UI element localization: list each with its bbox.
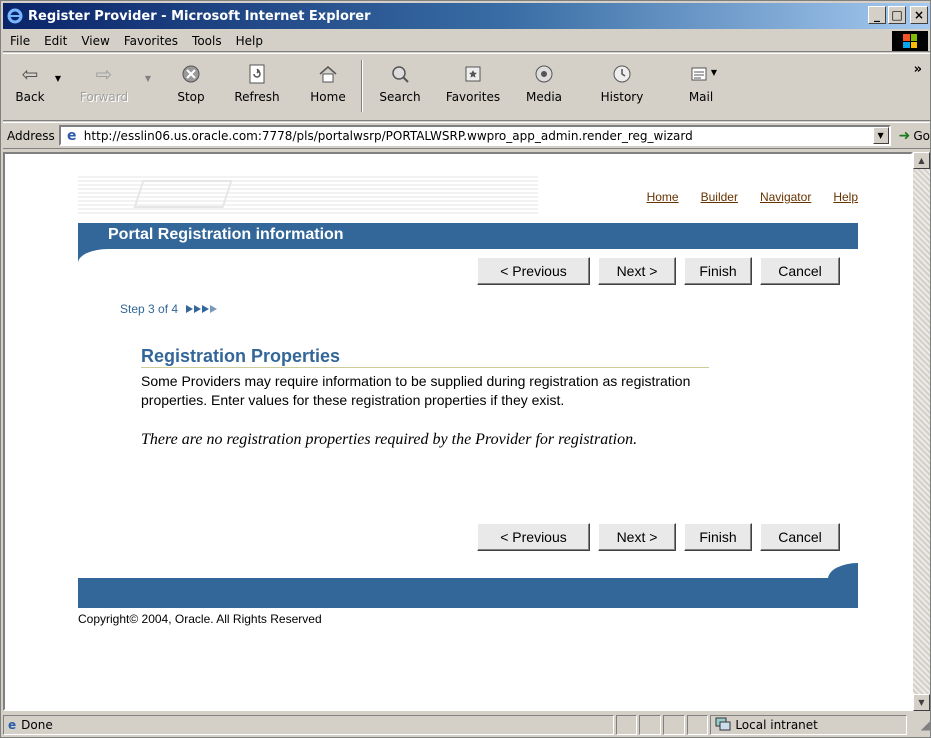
finish-button[interactable]: Finish — [684, 257, 752, 285]
finish-button-bottom[interactable]: Finish — [684, 523, 752, 551]
toolbar-separator — [361, 60, 363, 112]
status-text-pane: e Done — [3, 715, 614, 735]
footer-curve — [828, 563, 858, 579]
address-bar: Address e http://esslin06.us.oracle.com:… — [3, 122, 930, 149]
search-button[interactable]: Search — [375, 54, 425, 118]
history-icon — [612, 60, 632, 88]
windows-logo-icon — [892, 31, 928, 51]
address-input[interactable]: e http://esslin06.us.oracle.com:7778/pls… — [58, 125, 891, 146]
page-title: Portal Registration information — [108, 226, 344, 243]
title-bar: Register Provider - Microsoft Internet E… — [3, 3, 930, 29]
address-label: Address — [7, 128, 55, 143]
resize-grip-icon[interactable]: ◢ — [921, 718, 930, 732]
next-button-bottom[interactable]: Next > — [598, 523, 676, 551]
go-arrow-icon: ➜ — [898, 127, 911, 144]
refresh-button[interactable]: Refresh — [229, 54, 285, 118]
refresh-icon — [248, 60, 266, 88]
link-navigator[interactable]: Navigator — [760, 190, 811, 204]
search-icon — [390, 60, 410, 88]
zone-text: Local intranet — [735, 718, 818, 732]
portal-logo-mark — [133, 180, 233, 208]
global-links: Home Builder Navigator Help — [647, 190, 858, 204]
status-pane-1 — [615, 715, 638, 735]
menu-view[interactable]: View — [74, 34, 116, 48]
intranet-icon — [715, 717, 731, 734]
page-content: Home Builder Navigator Help Portal Regis… — [3, 152, 913, 711]
next-button[interactable]: Next > — [598, 257, 676, 285]
home-icon — [318, 60, 338, 88]
registration-properties-section: Registration Properties Some Providers m… — [141, 346, 709, 450]
browser-window: Register Provider - Microsoft Internet E… — [0, 0, 931, 738]
section-description: Some Providers may require information t… — [141, 373, 691, 408]
history-button[interactable]: History — [593, 54, 651, 118]
favorites-button[interactable]: Favorites — [441, 54, 505, 118]
home-button[interactable]: Home — [305, 54, 351, 118]
window-title: Register Provider - Microsoft Internet E… — [28, 8, 371, 24]
go-button[interactable]: ➜ Go — [899, 128, 930, 144]
close-button[interactable]: × — [910, 6, 928, 24]
status-bar: e Done Local intranet ◢ — [3, 713, 930, 737]
toolbar: ⇦ Back ▼ ⇨ Forward ▼ Stop Refresh Home S… — [3, 53, 930, 121]
menu-bar: File Edit View Favorites Tools Help — [3, 30, 930, 52]
back-arrow-icon: ⇦ — [21, 62, 39, 86]
stop-button[interactable]: Stop — [169, 54, 213, 118]
address-url[interactable]: http://esslin06.us.oracle.com:7778/pls/p… — [84, 129, 693, 143]
media-icon — [534, 60, 554, 88]
link-builder[interactable]: Builder — [701, 190, 738, 204]
vertical-scrollbar[interactable]: ▲ ▼ — [913, 152, 930, 711]
toolbar-more-button[interactable]: » — [914, 62, 922, 77]
link-home[interactable]: Home — [647, 190, 679, 204]
address-dropdown-button[interactable]: ▼ — [872, 127, 889, 144]
menu-tools[interactable]: Tools — [185, 34, 229, 48]
back-button[interactable]: ⇦ Back ▼ — [7, 54, 61, 118]
bottom-button-row: < Previous Next > Finish Cancel — [477, 523, 840, 551]
forward-dropdown-icon[interactable]: ▼ — [145, 74, 151, 83]
status-text: Done — [21, 718, 53, 732]
scroll-up-button[interactable]: ▲ — [913, 152, 930, 169]
mail-icon — [690, 60, 712, 88]
copyright-text: Copyright© 2004, Oracle. All Rights Rese… — [78, 612, 322, 626]
cancel-button-bottom[interactable]: Cancel — [760, 523, 840, 551]
menu-edit[interactable]: Edit — [37, 34, 74, 48]
step-progress-icon — [186, 305, 218, 313]
ie-logo-icon — [6, 7, 24, 25]
menu-file[interactable]: File — [3, 34, 37, 48]
zone-pane: Local intranet — [710, 715, 907, 735]
media-button[interactable]: Media — [519, 54, 569, 118]
favorites-icon — [463, 60, 483, 88]
step-indicator: Step 3 of 4 — [120, 302, 218, 316]
mail-button[interactable]: Mail ▼ — [679, 54, 723, 118]
back-dropdown-icon[interactable]: ▼ — [55, 74, 61, 83]
no-properties-note: There are no registration properties req… — [141, 431, 638, 448]
minimize-button[interactable]: _ — [868, 6, 886, 24]
status-pane-3 — [663, 715, 685, 735]
maximize-button[interactable]: □ — [888, 6, 906, 24]
ie-page-icon: e — [8, 718, 17, 732]
menu-favorites[interactable]: Favorites — [117, 34, 185, 48]
footer-bar — [78, 578, 858, 608]
forward-arrow-icon: ⇨ — [95, 62, 113, 86]
status-pane-2 — [639, 715, 662, 735]
header-bar: Portal Registration information — [78, 223, 858, 249]
cancel-button[interactable]: Cancel — [760, 257, 840, 285]
stop-icon — [181, 60, 201, 88]
status-pane-4 — [686, 715, 709, 735]
section-title: Registration Properties — [141, 346, 709, 368]
step-label: Step 3 of 4 — [120, 302, 179, 316]
forward-button[interactable]: ⇨ Forward ▼ — [69, 54, 151, 118]
top-button-row: < Previous Next > Finish Cancel — [477, 257, 840, 285]
mail-dropdown-icon[interactable]: ▼ — [711, 68, 717, 77]
previous-button[interactable]: < Previous — [477, 257, 590, 285]
menu-help[interactable]: Help — [229, 34, 270, 48]
page-header: Home Builder Navigator Help — [78, 176, 858, 221]
link-help[interactable]: Help — [833, 190, 858, 204]
scroll-down-button[interactable]: ▼ — [913, 694, 930, 711]
ie-page-icon: e — [67, 127, 77, 144]
previous-button-bottom[interactable]: < Previous — [477, 523, 590, 551]
